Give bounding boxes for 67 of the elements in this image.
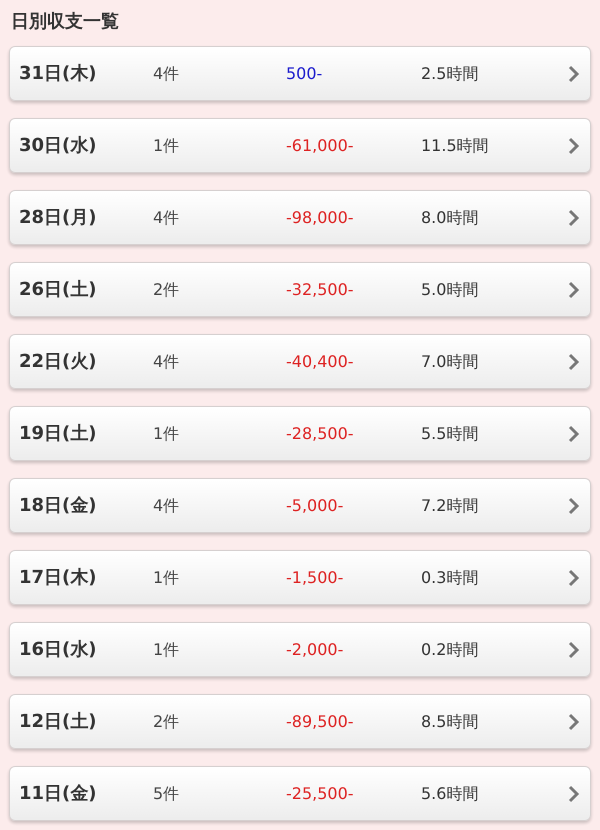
chevron-right-icon bbox=[568, 496, 580, 514]
entry-count: 4件 bbox=[153, 62, 180, 84]
entry-count: 4件 bbox=[153, 494, 180, 516]
entry-count: 1件 bbox=[153, 566, 180, 588]
amount-value: -25,500- bbox=[286, 782, 355, 804]
day-row[interactable]: 16日(水) 1件 -2,000- 0.2時間 bbox=[9, 622, 591, 677]
day-row[interactable]: 18日(金) 4件 -5,000- 7.2時間 bbox=[9, 478, 591, 533]
entry-count: 4件 bbox=[153, 350, 180, 372]
date-label: 12日(土) bbox=[19, 710, 98, 734]
hours-value: 5.6時間 bbox=[421, 782, 480, 804]
page-title: 日別収支一覧 bbox=[11, 10, 119, 34]
day-row[interactable]: 22日(火) 4件 -40,400- 7.0時間 bbox=[9, 334, 591, 389]
chevron-right-icon bbox=[568, 784, 580, 802]
chevron-right-icon bbox=[568, 208, 580, 226]
date-label: 31日(木) bbox=[19, 62, 98, 86]
day-row[interactable]: 26日(土) 2件 -32,500- 5.0時間 bbox=[9, 262, 591, 317]
day-row[interactable]: 19日(土) 1件 -28,500- 5.5時間 bbox=[9, 406, 591, 461]
chevron-right-icon bbox=[568, 136, 580, 154]
amount-value: -1,500- bbox=[286, 566, 344, 588]
entry-count: 2件 bbox=[153, 710, 180, 732]
day-row[interactable]: 11日(金) 5件 -25,500- 5.6時間 bbox=[9, 766, 591, 821]
date-label: 26日(土) bbox=[19, 278, 98, 302]
amount-value: -89,500- bbox=[286, 710, 355, 732]
chevron-right-icon bbox=[568, 712, 580, 730]
entry-count: 5件 bbox=[153, 782, 180, 804]
chevron-right-icon bbox=[568, 640, 580, 658]
day-row[interactable]: 31日(木) 4件 500- 2.5時間 bbox=[9, 46, 591, 101]
chevron-right-icon bbox=[568, 64, 580, 82]
amount-value: -40,400- bbox=[286, 350, 355, 372]
amount-value: -98,000- bbox=[286, 206, 355, 228]
date-label: 18日(金) bbox=[19, 494, 98, 518]
date-label: 22日(火) bbox=[19, 350, 98, 374]
date-label: 17日(木) bbox=[19, 566, 98, 590]
date-label: 30日(水) bbox=[19, 134, 98, 158]
day-row[interactable]: 30日(水) 1件 -61,000- 11.5時間 bbox=[9, 118, 591, 173]
hours-value: 8.0時間 bbox=[421, 206, 480, 228]
date-label: 28日(月) bbox=[19, 206, 98, 230]
hours-value: 7.2時間 bbox=[421, 494, 480, 516]
entry-count: 2件 bbox=[153, 278, 180, 300]
hours-value: 5.0時間 bbox=[421, 278, 480, 300]
hours-value: 2.5時間 bbox=[421, 62, 480, 84]
hours-value: 7.0時間 bbox=[421, 350, 480, 372]
hours-value: 8.5時間 bbox=[421, 710, 480, 732]
amount-value: -2,000- bbox=[286, 638, 344, 660]
entry-count: 1件 bbox=[153, 134, 180, 156]
hours-value: 11.5時間 bbox=[421, 134, 490, 156]
amount-value: 500- bbox=[286, 62, 324, 84]
entry-count: 1件 bbox=[153, 422, 180, 444]
day-row[interactable]: 12日(土) 2件 -89,500- 8.5時間 bbox=[9, 694, 591, 749]
hours-value: 5.5時間 bbox=[421, 422, 480, 444]
chevron-right-icon bbox=[568, 424, 580, 442]
amount-value: -5,000- bbox=[286, 494, 344, 516]
hours-value: 0.3時間 bbox=[421, 566, 480, 588]
amount-value: -28,500- bbox=[286, 422, 355, 444]
date-label: 11日(金) bbox=[19, 782, 98, 806]
date-label: 16日(水) bbox=[19, 638, 98, 662]
entry-count: 4件 bbox=[153, 206, 180, 228]
chevron-right-icon bbox=[568, 352, 580, 370]
chevron-right-icon bbox=[568, 568, 580, 586]
amount-value: -32,500- bbox=[286, 278, 355, 300]
day-row[interactable]: 17日(木) 1件 -1,500- 0.3時間 bbox=[9, 550, 591, 605]
day-row[interactable]: 28日(月) 4件 -98,000- 8.0時間 bbox=[9, 190, 591, 245]
entry-count: 1件 bbox=[153, 638, 180, 660]
hours-value: 0.2時間 bbox=[421, 638, 480, 660]
amount-value: -61,000- bbox=[286, 134, 355, 156]
chevron-right-icon bbox=[568, 280, 580, 298]
date-label: 19日(土) bbox=[19, 422, 98, 446]
